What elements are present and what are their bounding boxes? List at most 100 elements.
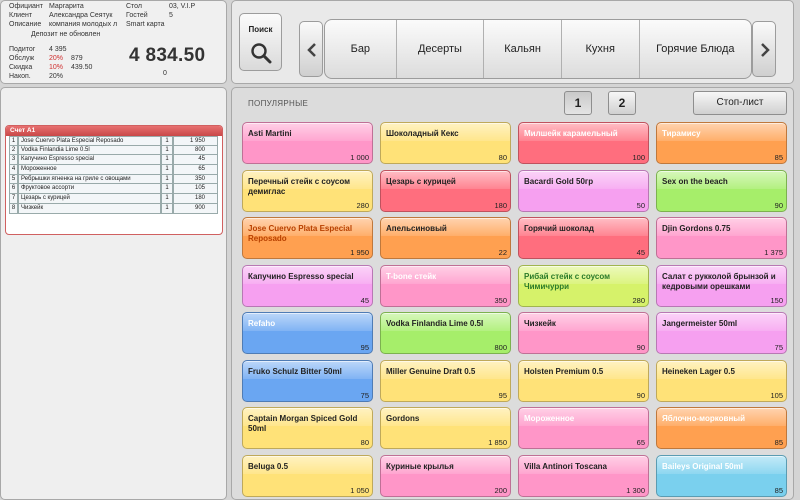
menu-item-button[interactable]: Heineken Lager 0.5 105: [656, 359, 787, 402]
menu-item-name: Перечный стейк с соусом демиглас: [248, 176, 351, 196]
menu-item-button[interactable]: Jose Cuervo Plata Especial Reposado 1 950: [242, 217, 373, 259]
category-desserts-tab[interactable]: Десерты: [397, 20, 485, 78]
category-kitchen-tab[interactable]: Кухня: [562, 20, 640, 78]
bill-row[interactable]: 6 Фруктовое ассорти 1 105: [9, 184, 219, 195]
menu-item-price: 150: [770, 295, 783, 305]
bill-row[interactable]: 1 Jose Cuervo Plata Especial Reposado 1 1 9…: [9, 136, 219, 146]
menu-item-button[interactable]: Sex on the beach 90: [656, 169, 787, 212]
menu-item-button[interactable]: Refaho 95: [242, 312, 373, 354]
menu-item-price: 45: [360, 295, 369, 305]
menu-item-name: Captain Morgan Spiced Gold 50ml: [248, 414, 358, 433]
menu-item-button[interactable]: Holsten Premium 0.5 90: [518, 359, 649, 402]
guests-label: Гостей: [126, 12, 148, 20]
bill-row[interactable]: 4 Мороженное 1 65: [9, 165, 219, 175]
menu-item-button[interactable]: Салат с рукколой брынзой и кедровыми оре…: [656, 264, 787, 307]
menu-item-name: Villa Antinori Toscana: [524, 461, 607, 471]
bill-row[interactable]: 3 Капучино Espresso special 1 45: [9, 155, 219, 166]
menu-item-button[interactable]: Яблочно-морковный 85: [656, 407, 787, 449]
menu-item-button[interactable]: Baileys Original 50ml 85: [656, 454, 787, 497]
bill-title: Счет А1: [6, 126, 222, 136]
page-2-button[interactable]: 2: [608, 91, 636, 115]
menu-item-name: Тирамису: [662, 129, 701, 138]
category-hot-dishes-tab[interactable]: Горячие Блюда: [640, 20, 751, 78]
bill-row-qty: 1: [161, 145, 173, 156]
bill-row-price: 180: [173, 194, 218, 204]
bill-row-num: 6: [9, 184, 18, 195]
menu-item-button[interactable]: Тирамису 85: [656, 122, 787, 164]
page-1-button[interactable]: 1: [564, 91, 592, 115]
menu-item-name: Шоколадный Кекс: [386, 129, 459, 138]
menu-item-price: 1 375: [764, 248, 783, 257]
menu-item-name: Jangermeister 50ml: [662, 319, 738, 328]
menu-item-button[interactable]: Vodka Finlandia Lime 0.5l 800: [380, 312, 511, 354]
order-values: Маргарита Александра Сеятук компания мол…: [49, 2, 117, 30]
menu-item-price: 1 050: [350, 485, 369, 495]
bill-row-name: Чизкейк: [18, 203, 161, 214]
menu-item-button[interactable]: Капучино Espresso special 45: [242, 264, 373, 307]
menu-item-button[interactable]: Fruko Schulz Bitter 50ml 75: [242, 359, 373, 402]
menu-item-name: Sex on the beach: [662, 176, 728, 186]
menu-item-button[interactable]: Beluga 0.5 1 050: [242, 454, 373, 497]
bill-row[interactable]: 7 Цезарь с курицей 1 180: [9, 194, 219, 204]
menu-item-button[interactable]: Милшейк карамельный 100: [518, 122, 649, 164]
menu-item-price: 85: [774, 485, 783, 495]
scroll-right-button[interactable]: [752, 21, 776, 77]
menu-item-button[interactable]: Перечный стейк с соусом демиглас 280: [242, 169, 373, 212]
bill-row-name: Ребрышки ягненка на гриле с овощами: [18, 174, 161, 185]
bill-row-num: 8: [9, 203, 18, 214]
category-bar-tab[interactable]: Бар: [325, 20, 397, 78]
chevron-right-icon: [761, 43, 770, 57]
stoplist-button[interactable]: Стоп-лист: [693, 91, 787, 115]
menu-item-button[interactable]: Шоколадный Кекс 80: [380, 122, 511, 164]
order-labels: Официант Клиент Описание: [9, 2, 43, 30]
menu-item-button[interactable]: Djin Gordons 0.75 1 375: [656, 217, 787, 259]
bill-row-num: 2: [9, 145, 18, 156]
scroll-left-button[interactable]: [299, 21, 323, 77]
guests-value: 5: [169, 12, 173, 20]
waiter-value: Маргарита: [49, 3, 84, 10]
discount-label: Скидка: [9, 64, 33, 71]
menu-item-button[interactable]: Рибай стейк с соусом Чимичурри 280: [518, 264, 649, 307]
menu-item-button[interactable]: Куриные крылья 200: [380, 454, 511, 497]
menu-item-button[interactable]: Мороженное 65: [518, 407, 649, 449]
menu-item-price: 280: [632, 295, 645, 305]
bill-row-price: 45: [173, 155, 218, 166]
menu-item-button[interactable]: Miller Genuine Draft 0.5 95: [380, 359, 511, 402]
menu-item-button[interactable]: Villa Antinori Toscana 1 300: [518, 454, 649, 497]
bill-row[interactable]: 8 Чизкейк 1 900: [9, 203, 219, 214]
menu-item-price: 75: [360, 390, 369, 400]
search-label: Поиск: [248, 25, 273, 34]
description-value: компания молодых л: [49, 21, 118, 29]
category-hookah-tab[interactable]: Кальян: [484, 20, 562, 78]
bill-row-num: 4: [9, 165, 18, 175]
menu-item-price: 200: [494, 485, 507, 495]
menu-item-name: Салат с рукколой брынзой и кедровыми оре…: [662, 271, 776, 291]
bill-row-name: Vodka Finlandia Lime 0.5l: [18, 145, 161, 156]
menu-item-button[interactable]: Чизкейк 90: [518, 312, 649, 354]
bill-row-num: 3: [9, 155, 18, 166]
menu-item-button[interactable]: Captain Morgan Spiced Gold 50ml 80: [242, 407, 373, 449]
menu-item-button[interactable]: Цезарь с курицей 180: [380, 169, 511, 212]
menu-item-price: 50: [636, 200, 645, 210]
menu-item-button[interactable]: Апельсиновый 22: [380, 217, 511, 259]
menu-item-price: 90: [774, 200, 783, 210]
bill-row-qty: 1: [161, 155, 173, 166]
totals-block: Подитог 4 395 Обслуж 20% 879 Скидка 10% …: [9, 45, 109, 83]
menu-item-name: Яблочно-морковный: [662, 414, 746, 423]
bill-row[interactable]: 5 Ребрышки ягненка на гриле с овощами 1 350: [9, 174, 219, 185]
menu-item-name: Мороженное: [524, 414, 575, 423]
menu-item-button[interactable]: Gordons 1 850: [380, 407, 511, 449]
menu-item-button[interactable]: Asti Martini 1 000: [242, 122, 373, 164]
menu-item-button[interactable]: T-bone стейк 350: [380, 264, 511, 307]
menu-item-name: Fruko Schulz Bitter 50ml: [248, 366, 342, 376]
chevron-left-icon: [307, 43, 316, 57]
menu-item-button[interactable]: Горячий шоколад 45: [518, 217, 649, 259]
menu-item-button[interactable]: Jangermeister 50ml 75: [656, 312, 787, 354]
search-button[interactable]: Поиск: [239, 13, 282, 71]
bill-row-qty: 1: [161, 174, 173, 185]
table-label: Стол: [126, 3, 143, 10]
top-nav-panel: Поиск Бар Десерты Кальян Кухня Горячие Б…: [231, 0, 794, 84]
menu-item-button[interactable]: Bacardi Gold 50гр 50: [518, 169, 649, 212]
bill-row[interactable]: 2 Vodka Finlandia Lime 0.5l 1 800: [9, 145, 219, 156]
table-value: 03, V.I.P: [169, 3, 196, 10]
